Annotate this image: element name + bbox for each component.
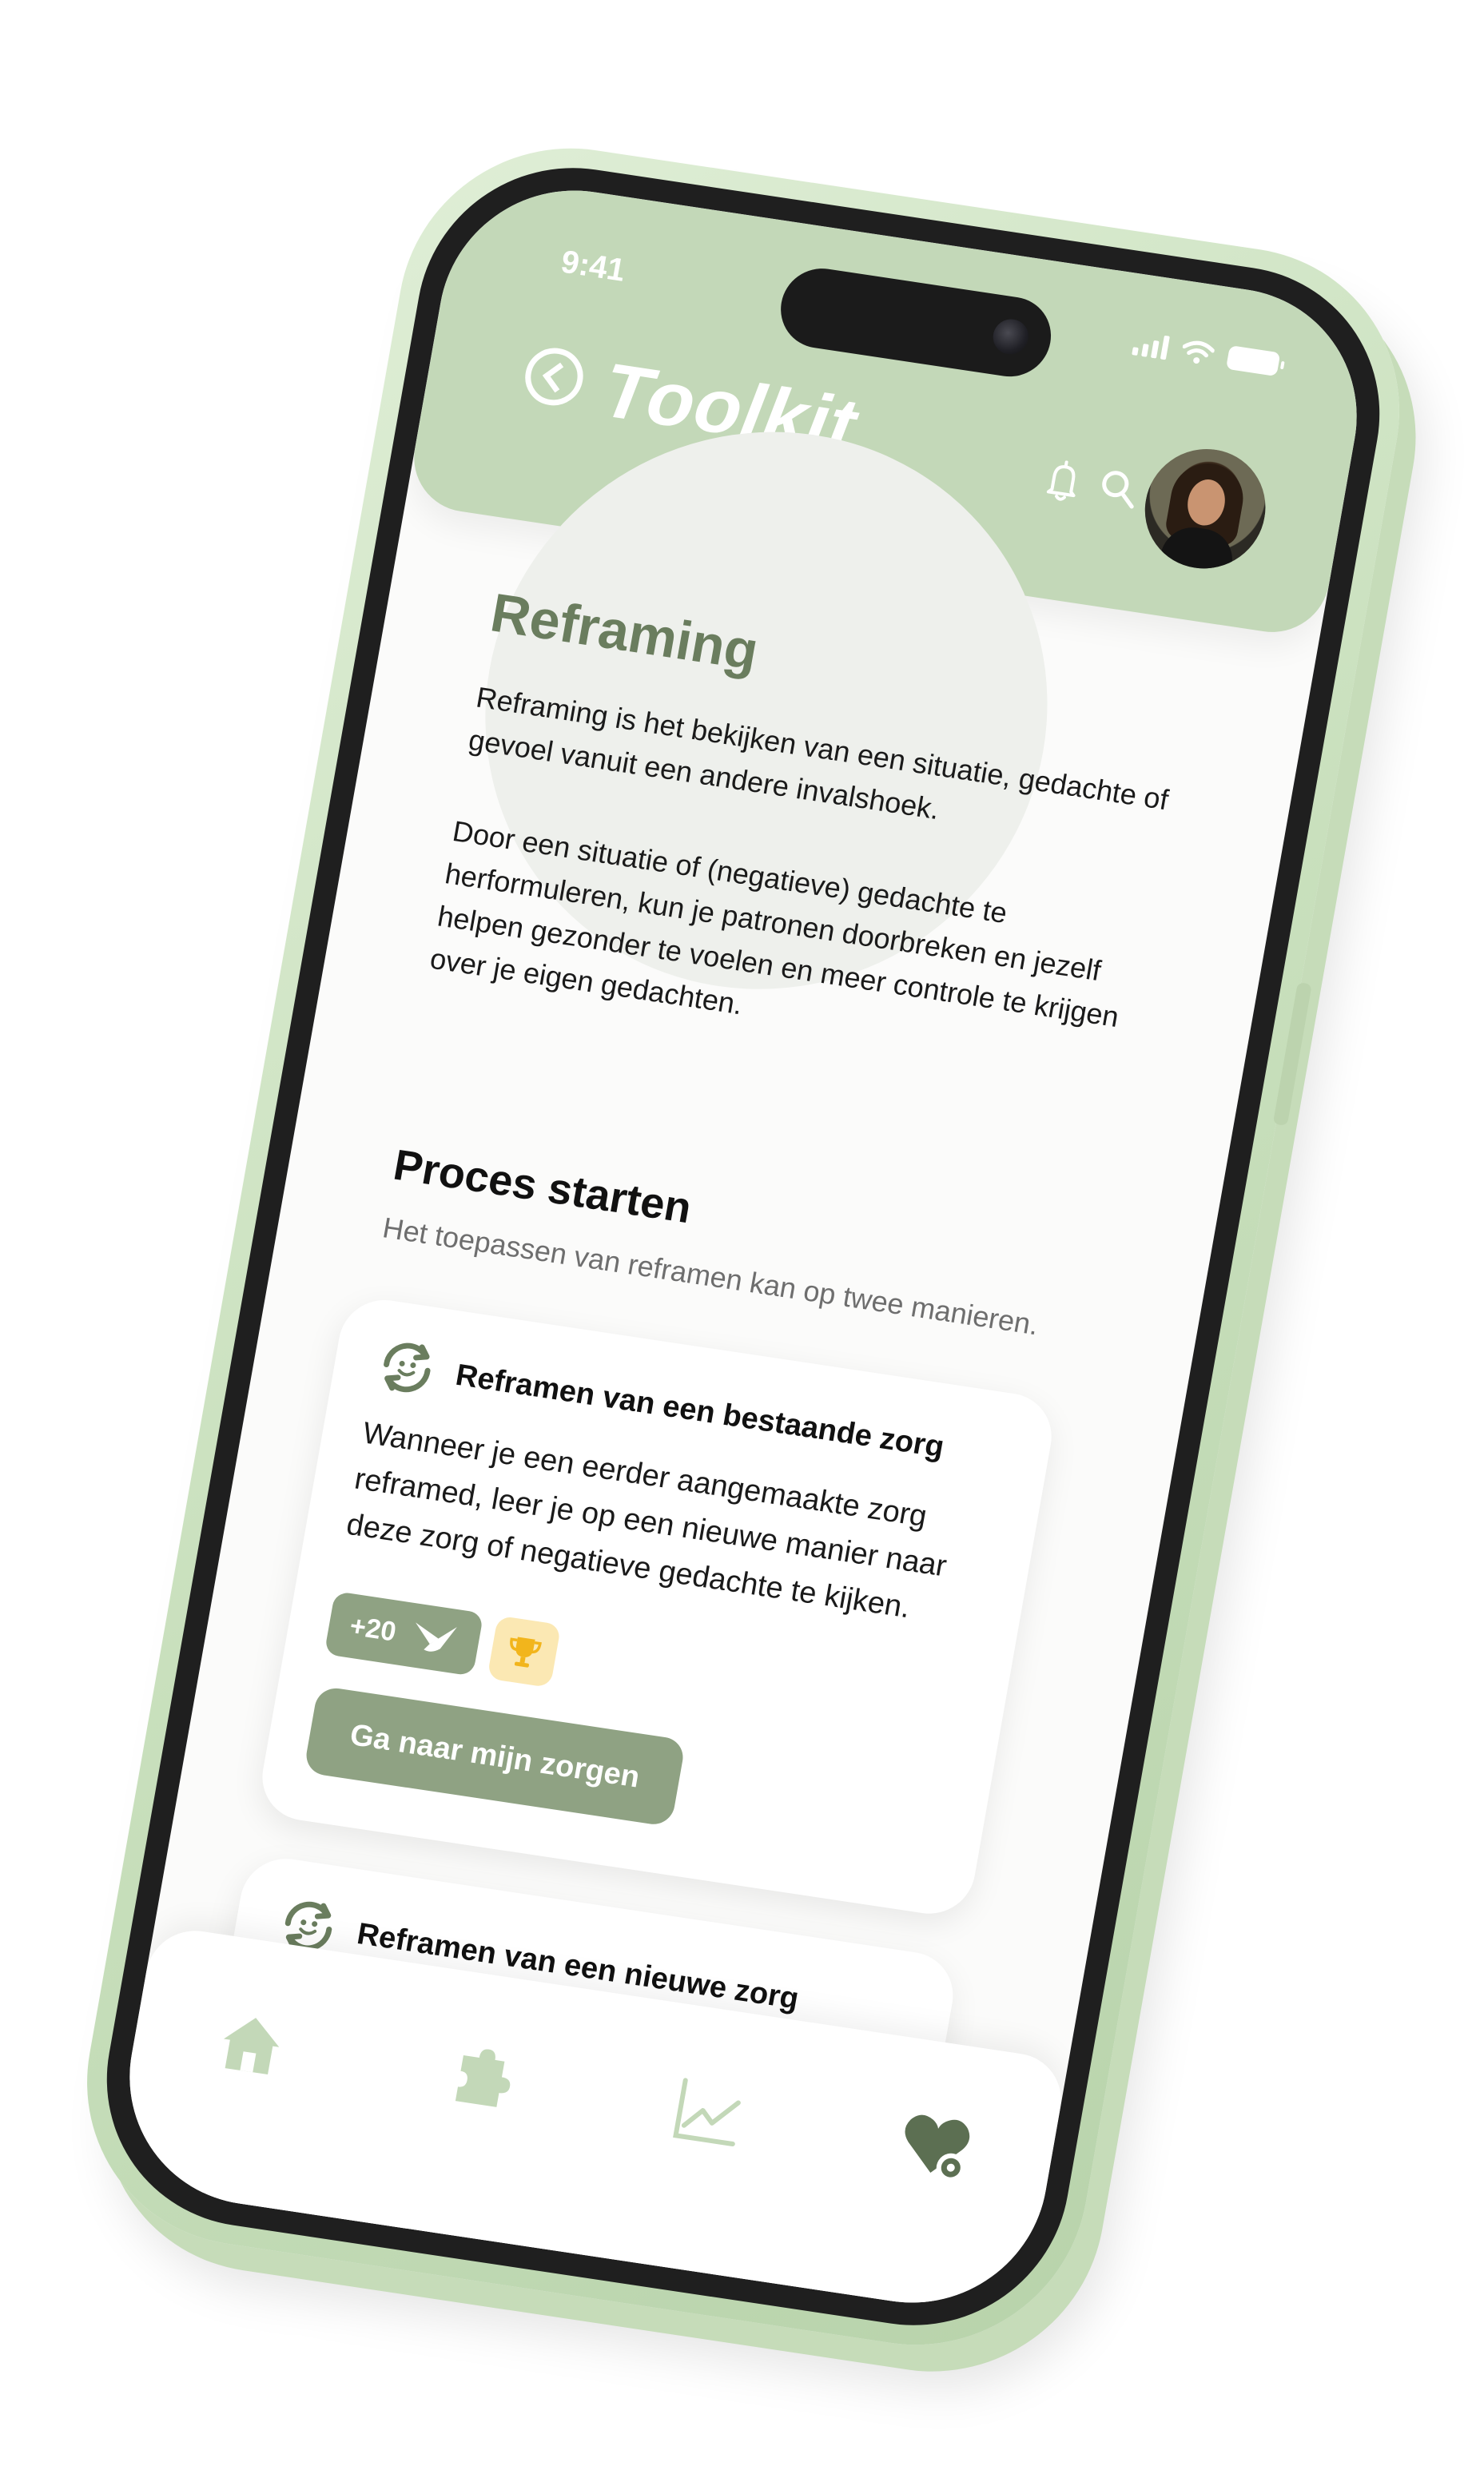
- puzzle-icon: [455, 2049, 510, 2107]
- heart-gear-icon: [905, 2114, 969, 2182]
- stage: 9:41 Toolkit Reframing Reframing is het …: [0, 0, 1484, 2474]
- card-existing-worry: Reframen van een bestaande zorg Wanneer …: [255, 1294, 1059, 1920]
- trophy-badge: [486, 1615, 562, 1688]
- status-icons: [1132, 331, 1281, 377]
- screen: 9:41 Toolkit Reframing Reframing is het …: [109, 172, 1378, 2321]
- xp-value: +20: [347, 1610, 399, 1648]
- chart-icon: [672, 2078, 741, 2146]
- home-icon: [223, 2018, 279, 2074]
- search-icon[interactable]: [1096, 466, 1142, 511]
- dynamic-island: [774, 263, 1057, 383]
- signal-icon: [1132, 331, 1170, 360]
- reward-badges: +20: [324, 1591, 562, 1688]
- status-time: 9:41: [558, 244, 628, 288]
- battery-icon: [1225, 345, 1281, 377]
- reframe-cycle-icon: [384, 1342, 431, 1393]
- go-to-my-worries-button[interactable]: Ga naar mijn zorgen: [303, 1685, 686, 1828]
- bell-icon[interactable]: [1044, 458, 1083, 503]
- bird-icon: [415, 1622, 457, 1652]
- wifi-icon: [1182, 340, 1215, 364]
- tab-home[interactable]: [195, 1990, 307, 2098]
- content: Reframing Reframing is het bekijken van …: [109, 393, 1319, 2321]
- tab-progress[interactable]: [652, 2058, 764, 2166]
- tab-selfcare[interactable]: [881, 2092, 993, 2201]
- trophy-icon: [509, 1637, 542, 1668]
- phone-mockup: 9:41 Toolkit Reframing Reframing is het …: [60, 125, 1426, 2368]
- camera-icon: [990, 316, 1032, 357]
- avatar[interactable]: [1132, 437, 1279, 581]
- tab-toolkit[interactable]: [424, 2023, 535, 2132]
- back-button[interactable]: [520, 344, 588, 410]
- xp-badge: +20: [324, 1591, 484, 1677]
